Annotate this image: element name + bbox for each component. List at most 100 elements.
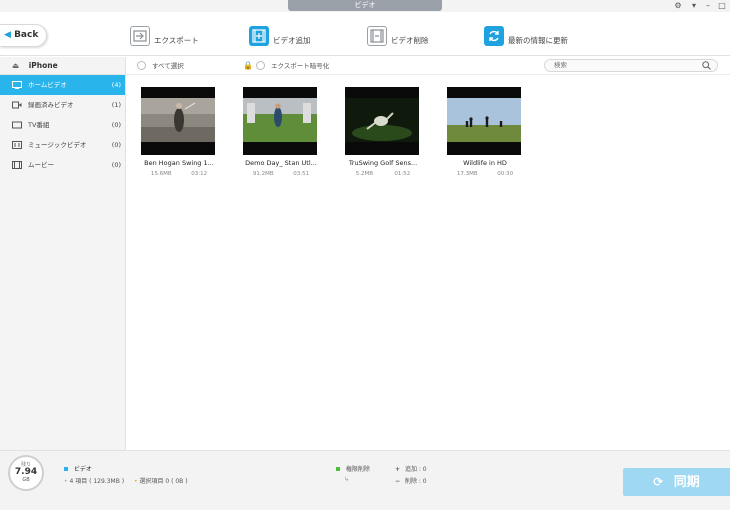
select-all-checkbox[interactable]: すべて選択 <box>137 60 184 70</box>
select-all-label: すべて選択 <box>152 62 184 70</box>
video-duration: 00:30 <box>497 171 514 177</box>
add-text: 追加 : 0 <box>404 466 427 473</box>
back-arrow-icon: ◀ <box>4 30 11 40</box>
video-thumbnail[interactable] <box>447 87 521 155</box>
refresh-label: 最新の情報に更新 <box>508 35 568 45</box>
storage-unit: GB <box>22 477 30 483</box>
video-size: 15.6MB <box>150 171 172 177</box>
add-video-label: ビデオ追加 <box>273 35 311 45</box>
video-card[interactable]: Wildlife in HD 17.3MB 00:30 <box>447 87 523 177</box>
delete-video-icon <box>367 26 387 46</box>
refresh-button[interactable]: 最新の情報に更新 <box>484 24 568 48</box>
selected-text: 選択項目 0 ( 0B ) <box>139 478 188 485</box>
checkbox-icon[interactable] <box>255 60 265 70</box>
remove-text: 削除 : 0 <box>404 478 427 485</box>
items-text: 4 項目 ( 129.3MB ) <box>69 478 125 485</box>
search-input[interactable]: 検索 <box>544 59 718 72</box>
export-icon <box>130 26 150 46</box>
encrypt-export-label: エクスポート暗号化 <box>270 62 330 70</box>
device-name: iPhone <box>28 61 58 70</box>
sidebar-item-recorded-video[interactable]: 録画済みビデオ (1) <box>0 95 125 115</box>
storage-indicator: 残り 7.94 GB <box>8 455 44 491</box>
film-icon <box>12 161 22 169</box>
delete-video-button[interactable]: ビデオ削除 <box>367 24 429 48</box>
video-duration: 03:12 <box>191 171 208 177</box>
sync-icon: ⟳ <box>653 475 664 489</box>
sync-button[interactable]: ⟳ 同期 <box>623 468 730 496</box>
sidebar-item-count: (0) <box>111 121 121 129</box>
dropdown-icon[interactable]: ▾ <box>688 1 700 10</box>
add-video-button[interactable]: ビデオ追加 <box>249 24 311 48</box>
video-thumbnail[interactable] <box>243 87 317 155</box>
back-label: Back <box>14 30 39 40</box>
lock-icon: 🔒 <box>243 60 253 70</box>
checkbox-icon[interactable] <box>137 60 146 70</box>
category-label: ビデオ <box>73 466 92 473</box>
video-title: TruSwing Golf Sens... <box>348 159 418 167</box>
video-title: Wildlife in HD <box>463 159 507 167</box>
music-video-icon <box>12 141 22 149</box>
sidebar-item-count: (0) <box>111 161 121 169</box>
category-summary: ビデオ <box>64 464 92 473</box>
add-video-icon <box>249 26 269 46</box>
video-meta: 91.2MB 03:51 <box>243 171 319 177</box>
minimize-button[interactable]: – <box>702 1 714 10</box>
sidebar-item-movies[interactable]: ムービー (0) <box>0 155 125 175</box>
export-label: エクスポート <box>154 35 199 45</box>
video-thumbnail[interactable] <box>345 87 419 155</box>
sidebar-item-count: (1) <box>111 101 121 109</box>
video-title: Demo Day_ Stan Utl... <box>245 159 317 167</box>
video-meta: 5.2MB 01:52 <box>345 171 421 177</box>
tv-icon <box>12 121 22 129</box>
search-icon[interactable] <box>702 61 711 70</box>
video-meta: 17.3MB 00:30 <box>447 171 523 177</box>
video-size: 91.2MB <box>252 171 274 177</box>
sidebar-item-music-video[interactable]: ミュージックビデオ (0) <box>0 135 125 155</box>
refresh-icon <box>484 26 504 46</box>
storage-value: 7.94 <box>14 467 38 477</box>
search-placeholder: 検索 <box>554 61 567 69</box>
sidebar: ⏏ iPhone ホームビデオ (4) 録画済みビデオ (1) TV番組 (0)… <box>0 57 126 450</box>
eject-icon[interactable]: ⏏ <box>12 61 19 70</box>
home-video-icon <box>12 81 22 89</box>
video-thumbnail[interactable] <box>141 87 215 155</box>
encrypt-export-checkbox[interactable]: 🔒 エクスポート暗号化 <box>243 60 329 70</box>
maximize-button[interactable]: □ <box>716 1 728 10</box>
add-count: + 追加 : 0 <box>395 466 427 473</box>
export-button[interactable]: エクスポート <box>130 24 199 48</box>
sidebar-item-home-video[interactable]: ホームビデオ (4) <box>0 75 125 95</box>
video-card[interactable]: Ben Hogan Swing 1... 15.6MB 03:12 <box>141 87 217 177</box>
settings-icon[interactable]: ⚙ <box>672 1 684 10</box>
items-summary: • 4 項目 ( 129.3MB ) • 選択項目 0 ( 0B ) <box>64 478 188 485</box>
title-bar: ビデオ ⚙ ▾ – □ <box>0 0 730 12</box>
video-card[interactable]: TruSwing Golf Sens... 5.2MB 01:52 <box>345 87 421 177</box>
video-meta: 15.6MB 03:12 <box>141 171 217 177</box>
sidebar-item-label: ホームビデオ <box>28 81 67 89</box>
video-grid: Ben Hogan Swing 1... 15.6MB 03:12 Demo D… <box>127 76 730 450</box>
sidebar-item-count: (0) <box>111 141 121 149</box>
remove-count: − 削除 : 0 <box>395 478 427 485</box>
delete-video-label: ビデオ削除 <box>391 35 429 45</box>
back-button[interactable]: ◀ Back <box>0 24 47 47</box>
deleted-label: 権限削除 <box>345 466 370 473</box>
recorded-video-icon <box>12 101 22 109</box>
video-duration: 03:51 <box>293 171 310 177</box>
video-card[interactable]: Demo Day_ Stan Utl... 91.2MB 03:51 <box>243 87 319 177</box>
video-size: 17.3MB <box>456 171 478 177</box>
video-duration: 01:52 <box>394 171 411 177</box>
toolbar: ◀ Back エクスポート ビデオ追加 ビデオ削除 最新の情報に更新 <box>0 12 730 56</box>
window-title: ビデオ <box>288 0 442 11</box>
device-header[interactable]: ⏏ iPhone <box>0 57 125 75</box>
sidebar-item-label: TV番組 <box>28 121 50 129</box>
video-size: 5.2MB <box>355 171 373 177</box>
filter-bar: すべて選択 🔒 エクスポート暗号化 検索 <box>127 57 730 75</box>
category-color-dot <box>64 467 68 471</box>
status-bar: 残り 7.94 GB ビデオ • 4 項目 ( 129.3MB ) • 選択項目… <box>0 450 730 510</box>
deleted-color-dot <box>336 467 340 471</box>
sidebar-item-label: ミュージックビデオ <box>28 141 87 149</box>
sidebar-item-label: ムービー <box>28 161 54 169</box>
sync-label: 同期 <box>673 475 700 490</box>
deleted-summary: 権限削除 ↳ <box>336 464 370 483</box>
sidebar-item-tv-shows[interactable]: TV番組 (0) <box>0 115 125 135</box>
sidebar-item-count: (4) <box>111 81 121 89</box>
